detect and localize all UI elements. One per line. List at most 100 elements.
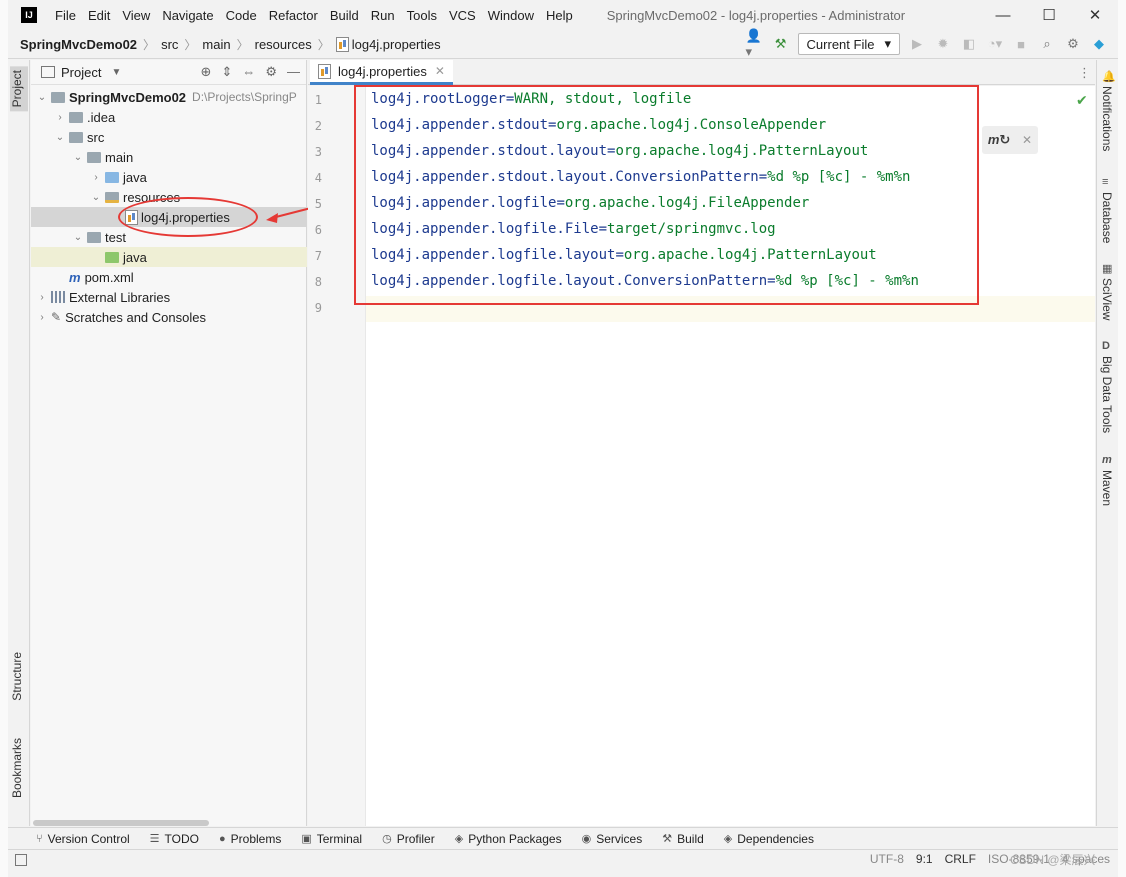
line-number: 7 (314, 249, 322, 263)
tree-item-test-java[interactable]: java (31, 247, 307, 267)
intellij-logo-icon[interactable]: IJ (21, 7, 37, 23)
tree-item-main[interactable]: ⌄ main (31, 147, 307, 167)
maximize-button[interactable]: ☐ (1026, 0, 1072, 30)
hide-icon[interactable]: — (287, 64, 300, 80)
menu-vcs[interactable]: VCS (443, 8, 482, 23)
breadcrumb-project[interactable]: SpringMvcDemo02 (20, 37, 137, 52)
chevron-down-icon[interactable]: ⌄ (53, 132, 67, 143)
tree-item-idea[interactable]: › .idea (31, 107, 307, 127)
tree-item-src[interactable]: ⌄ src (31, 127, 307, 147)
structure-tool-tab[interactable]: Structure (10, 652, 24, 701)
tree-item-main-java[interactable]: › java (31, 167, 307, 187)
profiler-tool[interactable]: ◷ Profiler (382, 832, 435, 846)
menu-edit[interactable]: Edit (82, 8, 116, 23)
editor-tab-label: log4j.properties (338, 63, 427, 79)
close-window-button[interactable]: ✕ (1072, 0, 1118, 30)
menu-tools[interactable]: Tools (401, 8, 443, 23)
menu-refactor[interactable]: Refactor (263, 8, 324, 23)
sciview-tool-tab[interactable]: SciView (1100, 278, 1114, 320)
tree-item-scratches[interactable]: › ✎ Scratches and Consoles (31, 307, 307, 327)
maven-reload-icon[interactable]: m↻ (988, 132, 1010, 148)
tree-item-label: test (105, 229, 126, 245)
menu-navigate[interactable]: Navigate (156, 8, 219, 23)
menu-view[interactable]: View (116, 8, 156, 23)
breadcrumb-src[interactable]: src (161, 37, 178, 52)
hammer-icon: ⚒ (662, 833, 673, 845)
project-tool-tab[interactable]: Project (10, 66, 28, 112)
terminal-tool[interactable]: ▣ Terminal (301, 832, 362, 846)
version-control-tool[interactable]: ⑂ Version Control (36, 832, 130, 846)
more-vertical-icon[interactable]: ⋮ (1078, 65, 1091, 81)
tree-item-label: pom.xml (84, 269, 134, 285)
minimize-button[interactable]: — (980, 0, 1026, 30)
search-icon[interactable]: ⌕ (1038, 35, 1056, 53)
gear-icon[interactable]: ⚙ (265, 64, 277, 80)
maven-tool-tab[interactable]: Maven (1100, 470, 1114, 506)
status-line-separator[interactable]: CRLF (945, 852, 976, 866)
big-data-tools-tool-tab[interactable]: Big Data Tools (1100, 356, 1114, 433)
inspection-ok-icon[interactable]: ✔ (1076, 92, 1088, 109)
locate-icon[interactable]: ⊕ (201, 64, 212, 80)
close-icon[interactable]: ✕ (435, 64, 445, 78)
chevron-down-icon[interactable]: ⌄ (89, 192, 103, 203)
breadcrumb-file[interactable]: log4j.properties (352, 37, 441, 52)
tree-item-external-libraries[interactable]: › External Libraries (31, 287, 307, 307)
gear-icon[interactable]: ⚙ (1064, 35, 1082, 53)
tool-label: Dependencies (737, 831, 814, 846)
right-tool-stripe: 🔔 Notifications ≡ Database ▦ SciView D B… (1096, 60, 1118, 826)
menu-build[interactable]: Build (324, 8, 365, 23)
run-icon[interactable]: ▶ (908, 35, 926, 53)
menu-file[interactable]: File (49, 8, 82, 23)
menu-window[interactable]: Window (482, 8, 540, 23)
user-icon[interactable]: 👤▾ (746, 28, 764, 59)
window-title: SpringMvcDemo02 - log4j.properties - Adm… (606, 7, 906, 23)
build-tool[interactable]: ⚒ Build (662, 832, 704, 846)
tree-item-label: External Libraries (69, 289, 171, 305)
dependencies-tool[interactable]: ◈ Dependencies (724, 832, 814, 846)
project-panel-title[interactable]: Project (61, 65, 101, 80)
python-packages-tool[interactable]: ◈ Python Packages (455, 832, 562, 846)
run-config-select[interactable]: Current File ▾ (797, 33, 900, 55)
project-panel: Project ▼ ⊕ ⇕ ⇔ ⚙ — ⌄ SpringMvcDemo02 D:… (31, 60, 307, 826)
bell-icon: 🔔 (1102, 71, 1116, 83)
toolbox-icon[interactable]: ◆ (1090, 35, 1108, 53)
profile-icon[interactable]: ◔▾ (986, 35, 1004, 53)
notifications-tool-tab[interactable]: Notifications (1100, 86, 1114, 151)
tree-item-pom[interactable]: m pom.xml (31, 267, 307, 287)
chevron-down-icon[interactable]: ⌄ (71, 152, 85, 163)
menu-help[interactable]: Help (540, 8, 579, 23)
chevron-down-icon[interactable]: ⌄ (71, 232, 85, 243)
todo-tool[interactable]: ☰ TODO (150, 832, 199, 846)
chevron-down-icon[interactable]: ▼ (111, 67, 121, 78)
tree-item-project-root[interactable]: ⌄ SpringMvcDemo02 D:\Projects\SpringP (31, 87, 307, 107)
toggle-tool-windows-icon[interactable] (15, 853, 27, 866)
services-tool[interactable]: ◉ Services (582, 832, 643, 846)
hammer-build-icon[interactable]: ⚒ (772, 35, 790, 53)
chevron-right-icon[interactable]: › (35, 312, 49, 323)
editor-tab-log4j-properties[interactable]: log4j.properties ✕ (310, 60, 453, 85)
packages-icon: ◈ (454, 833, 464, 845)
stop-icon[interactable]: ■ (1012, 35, 1030, 53)
chevron-down-icon[interactable]: ⌄ (35, 92, 49, 103)
chevron-right-icon[interactable]: › (89, 172, 103, 183)
chevron-right-icon[interactable]: › (53, 112, 67, 123)
problems-tool[interactable]: ● Problems (219, 832, 281, 846)
horizontal-scrollbar[interactable] (33, 820, 209, 826)
resources-folder-icon (105, 191, 119, 203)
panel-tools: ⊕ ⇕ ⇔ ⚙ — (201, 64, 300, 80)
coverage-icon[interactable]: ◧ (960, 35, 978, 53)
close-icon[interactable]: ✕ (1022, 133, 1032, 147)
database-tool-tab[interactable]: Database (1100, 192, 1114, 243)
breadcrumb-resources[interactable]: resources (255, 37, 312, 52)
collapse-all-icon[interactable]: ⇔ (242, 64, 255, 80)
menu-code[interactable]: Code (220, 8, 263, 23)
breadcrumb-main[interactable]: main (202, 37, 230, 52)
status-encoding-utf8[interactable]: UTF-8 (870, 852, 904, 866)
status-caret-position[interactable]: 9:1 (916, 852, 933, 866)
bookmarks-tool-tab[interactable]: Bookmarks (10, 738, 24, 798)
debug-icon[interactable]: ✹ (934, 35, 952, 53)
chevron-right-icon[interactable]: › (35, 292, 49, 303)
menu-run[interactable]: Run (365, 8, 401, 23)
folder-icon (69, 131, 83, 143)
expand-all-icon[interactable]: ⇕ (221, 64, 232, 80)
